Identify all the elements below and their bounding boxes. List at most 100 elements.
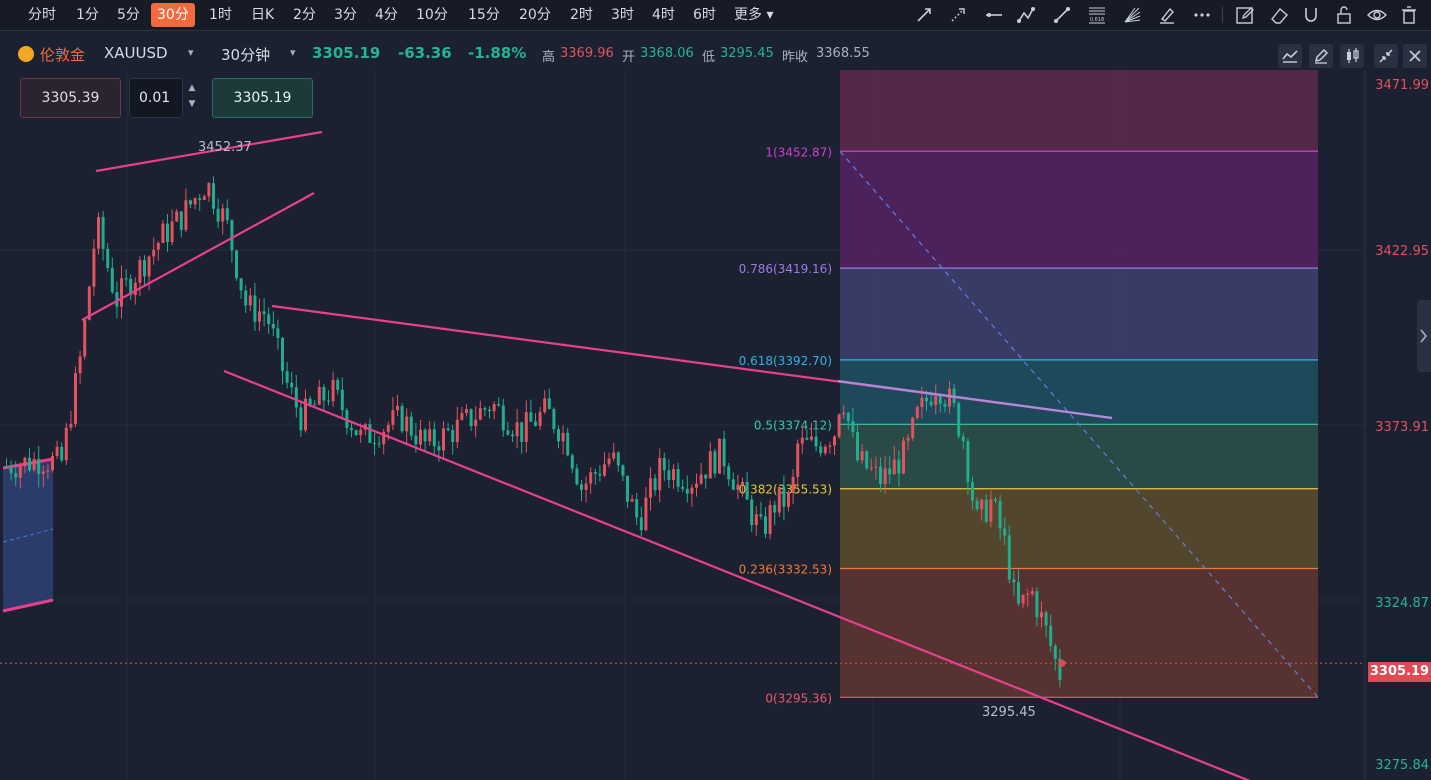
timeframe-16[interactable]: 更多 ▾: [728, 3, 779, 27]
candle-body: [754, 514, 758, 526]
more-dots-tool[interactable]: [1191, 4, 1213, 26]
timeframe-14[interactable]: 4时: [646, 3, 681, 27]
candle-body: [428, 429, 432, 442]
timeframe-11[interactable]: 20分: [513, 3, 557, 27]
fib-fan-tool[interactable]: [1121, 4, 1143, 26]
candle-body: [892, 459, 896, 475]
candle-body: [957, 403, 961, 437]
candle-body: [419, 429, 422, 445]
timeframe-12[interactable]: 2时: [564, 3, 599, 27]
timeframe-10[interactable]: 15分: [462, 3, 506, 27]
timeframe-7[interactable]: 3分: [328, 3, 363, 27]
candle-body: [989, 499, 993, 522]
side-panel-handle[interactable]: [1417, 300, 1431, 372]
candle-body: [865, 451, 869, 469]
candle-body: [336, 379, 340, 390]
y-tick-label: 3324.87: [1375, 596, 1429, 611]
candle-body: [92, 248, 96, 287]
candle-body: [961, 436, 965, 442]
eraser-tool[interactable]: [1268, 4, 1290, 26]
horizontal-line-tool[interactable]: [983, 4, 1005, 26]
candle-body: [708, 451, 712, 479]
timeframe-4[interactable]: 1时: [203, 3, 238, 27]
delete-tool[interactable]: [1398, 4, 1420, 26]
trend-line-tool[interactable]: [913, 4, 935, 26]
candle-body: [552, 409, 556, 430]
last-price: 3305.19: [312, 44, 381, 62]
candle-body: [202, 196, 206, 200]
candle-body: [474, 419, 478, 427]
indicator-button[interactable]: [1278, 44, 1302, 68]
price-change: -63.36: [398, 44, 452, 62]
candle-type-button[interactable]: [1340, 44, 1364, 68]
timeframe-8[interactable]: 4分: [369, 3, 404, 27]
candle-body: [1021, 594, 1025, 604]
polyline-tool[interactable]: [1015, 4, 1037, 26]
candlestick-chart[interactable]: 1(3452.87) 0.786(3419.16) 0.618(3392.70) 0.…: [0, 70, 1431, 780]
pencil-icon: [1314, 48, 1329, 64]
current-price-dot: [1058, 659, 1066, 667]
close-button[interactable]: [1403, 44, 1427, 68]
candle-body: [879, 466, 882, 484]
timeframe-13[interactable]: 3时: [605, 3, 640, 27]
candle-body: [768, 505, 772, 534]
candle-body: [120, 278, 123, 307]
candle-body: [235, 250, 238, 279]
symbol-dropdown-icon[interactable]: ▾: [188, 46, 194, 59]
candle-body: [377, 443, 381, 445]
timeframe-1[interactable]: 1分: [70, 3, 105, 27]
timeframe-3[interactable]: 30分: [151, 3, 195, 27]
candle-body: [869, 467, 873, 469]
candle-body: [722, 438, 726, 467]
candle-body: [83, 319, 87, 357]
fib-retracement-tool[interactable]: 0.618: [1086, 4, 1108, 26]
timeframe-2[interactable]: 5分: [111, 3, 146, 27]
candle-body: [60, 446, 64, 461]
candle-body: [189, 200, 192, 205]
timeframe-0[interactable]: 分时: [22, 3, 62, 27]
candle-body: [133, 282, 137, 296]
segment-tool[interactable]: [1051, 4, 1073, 26]
timeframe-5[interactable]: 日K: [245, 3, 280, 27]
interval-label[interactable]: 30分钟: [221, 44, 270, 65]
candle-body: [331, 379, 335, 402]
candle-body: [975, 500, 979, 510]
candle-body: [451, 430, 455, 442]
candle-body: [561, 432, 565, 442]
candle-body: [37, 458, 41, 474]
candle-body: [271, 324, 275, 329]
high-value: 3369.96: [560, 46, 614, 61]
eye-tool[interactable]: [1366, 4, 1388, 26]
candle-body: [520, 422, 524, 442]
magnet-icon: [1305, 8, 1317, 22]
candle-body: [161, 223, 165, 243]
timeframe-9[interactable]: 10分: [410, 3, 454, 27]
lock-tool[interactable]: [1333, 4, 1355, 26]
candle-body: [442, 428, 445, 451]
candle-body: [308, 398, 312, 405]
candle-body: [184, 200, 188, 230]
horizontal-line-icon: [986, 13, 1002, 17]
brush-tool[interactable]: [1156, 4, 1178, 26]
candle-body: [386, 424, 390, 432]
magnet-tool[interactable]: [1300, 4, 1322, 26]
candle-body: [911, 417, 915, 438]
candle-body: [736, 484, 740, 490]
timeframe-6[interactable]: 2分: [287, 3, 322, 27]
candle-body: [607, 458, 611, 465]
candle-body: [800, 437, 804, 444]
symbol-code[interactable]: XAUUSD: [104, 44, 168, 62]
candle-body: [966, 441, 970, 483]
candle-body: [920, 397, 924, 408]
candle-body: [971, 482, 974, 501]
ray-tool[interactable]: [947, 4, 969, 26]
candle-body: [106, 248, 110, 268]
collapse-button[interactable]: [1374, 44, 1398, 68]
candle-body: [570, 455, 574, 469]
interval-dropdown-icon[interactable]: ▾: [290, 46, 296, 59]
symbol-name[interactable]: 伦敦金: [40, 44, 85, 65]
draw-button[interactable]: [1309, 44, 1333, 68]
timeframe-15[interactable]: 6时: [687, 3, 722, 27]
edit-tool[interactable]: [1234, 4, 1256, 26]
candle-body: [175, 211, 179, 222]
